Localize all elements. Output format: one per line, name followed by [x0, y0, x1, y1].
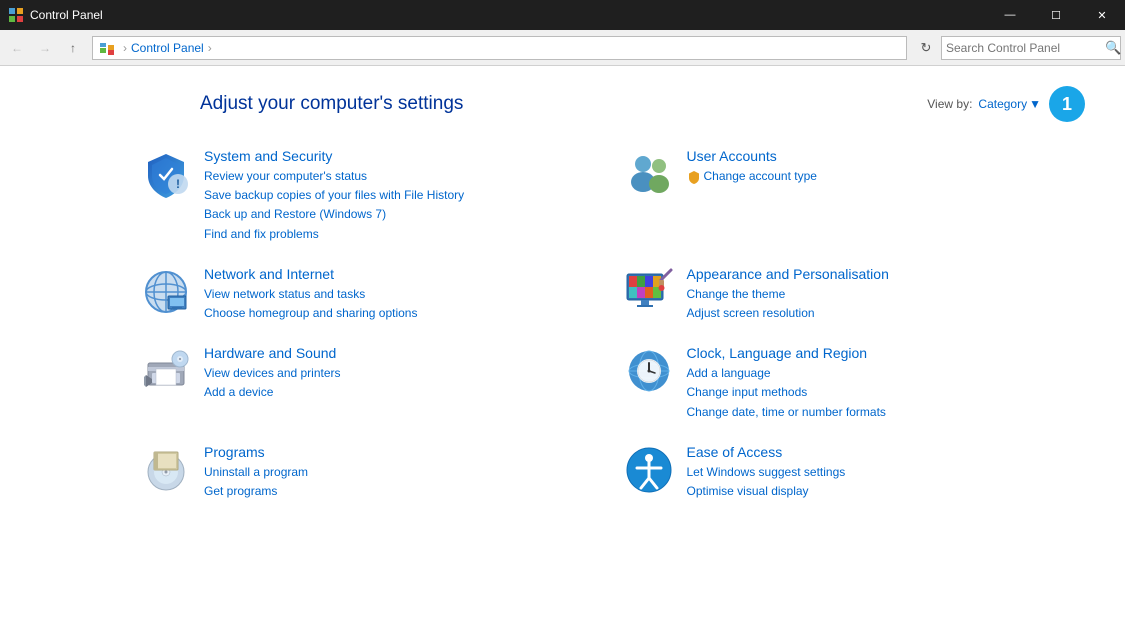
category-network-internet: Network and Internet View network status… [140, 260, 603, 329]
category-hardware-sound: Hardware and Sound View devices and prin… [140, 339, 603, 428]
link-add-device[interactable]: Add a device [204, 383, 603, 402]
link-devices-printers[interactable]: View devices and printers [204, 364, 603, 383]
appearance-icon [623, 266, 675, 318]
category-ease-of-access: Ease of Access Let Windows suggest setti… [623, 438, 1086, 507]
programs-content: Programs Uninstall a program Get program… [204, 444, 603, 501]
shield-small-icon [687, 170, 701, 184]
hardware-sound-title[interactable]: Hardware and Sound [204, 345, 603, 361]
folder-icon [99, 40, 115, 56]
titlebar: Control Panel — ☐ ✕ [0, 0, 1125, 30]
view-by-dropdown[interactable]: Category ▼ [978, 97, 1041, 111]
ease-of-access-content: Ease of Access Let Windows suggest setti… [687, 444, 1086, 501]
view-by-label: View by: [927, 97, 972, 111]
network-internet-icon [140, 266, 192, 318]
category-clock-language: Clock, Language and Region Add a languag… [623, 339, 1086, 428]
link-get-programs[interactable]: Get programs [204, 482, 603, 501]
link-homegroup[interactable]: Choose homegroup and sharing options [204, 304, 603, 323]
close-button[interactable]: ✕ [1079, 0, 1125, 30]
category-badge: 1 [1049, 86, 1085, 122]
appearance-title[interactable]: Appearance and Personalisation [687, 266, 1086, 282]
programs-title[interactable]: Programs [204, 444, 603, 460]
system-security-content: System and Security Review your computer… [204, 148, 603, 244]
maximize-button[interactable]: ☐ [1033, 0, 1079, 30]
link-add-language[interactable]: Add a language [687, 364, 1086, 383]
user-accounts-title[interactable]: User Accounts [687, 148, 1086, 164]
forward-button[interactable]: → [32, 35, 58, 61]
category-user-accounts: User Accounts Change account type [623, 142, 1086, 250]
category-appearance: Appearance and Personalisation Change th… [623, 260, 1086, 329]
page-title: Adjust your computer's settings [200, 93, 463, 115]
navbar: ← → ↑ › Control Panel › ↻ 🔍 [0, 30, 1125, 66]
breadcrumb-control-panel[interactable]: Control Panel [131, 41, 204, 55]
content-header: Adjust your computer's settings View by:… [0, 86, 1125, 142]
view-by-control: View by: Category ▼ [927, 97, 1041, 111]
hardware-sound-content: Hardware and Sound View devices and prin… [204, 345, 603, 402]
user-accounts-icon [623, 148, 675, 200]
search-icon[interactable]: 🔍 [1105, 36, 1121, 60]
categories-grid: ! System and Security Review your comput… [0, 142, 1125, 507]
up-button[interactable]: ↑ [60, 35, 86, 61]
window-title: Control Panel [30, 8, 103, 22]
link-backup-restore[interactable]: Back up and Restore (Windows 7) [204, 205, 603, 224]
category-programs: Programs Uninstall a program Get program… [140, 438, 603, 507]
back-button[interactable]: ← [4, 35, 30, 61]
link-save-backup[interactable]: Save backup copies of your files with Fi… [204, 186, 603, 205]
link-fix-problems[interactable]: Find and fix problems [204, 225, 603, 244]
system-security-icon: ! [140, 148, 192, 200]
refresh-button[interactable]: ↻ [913, 35, 939, 61]
link-screen-resolution[interactable]: Adjust screen resolution [687, 304, 1086, 323]
appearance-content: Appearance and Personalisation Change th… [687, 266, 1086, 323]
category-system-security: ! System and Security Review your comput… [140, 142, 603, 250]
link-change-account-type[interactable]: Change account type [687, 167, 1086, 186]
clock-language-content: Clock, Language and Region Add a languag… [687, 345, 1086, 422]
network-internet-content: Network and Internet View network status… [204, 266, 603, 323]
main-content: Adjust your computer's settings View by:… [0, 66, 1125, 634]
view-by-value: Category [978, 97, 1027, 111]
clock-language-icon [623, 345, 675, 397]
link-suggest-settings[interactable]: Let Windows suggest settings [687, 463, 1086, 482]
hardware-sound-icon [140, 345, 192, 397]
breadcrumb-sep-1: › [123, 41, 127, 55]
link-change-theme[interactable]: Change the theme [687, 285, 1086, 304]
link-change-input[interactable]: Change input methods [687, 383, 1086, 402]
dropdown-chevron-icon: ▼ [1029, 97, 1041, 111]
search-bar[interactable]: 🔍 [941, 36, 1121, 60]
search-input[interactable] [942, 41, 1105, 55]
window-controls: — ☐ ✕ [987, 0, 1125, 30]
link-optimise-display[interactable]: Optimise visual display [687, 482, 1086, 501]
link-date-formats[interactable]: Change date, time or number formats [687, 403, 1086, 422]
ease-of-access-title[interactable]: Ease of Access [687, 444, 1086, 460]
link-network-status[interactable]: View network status and tasks [204, 285, 603, 304]
programs-icon [140, 444, 192, 496]
link-review-status[interactable]: Review your computer's status [204, 167, 603, 186]
network-internet-title[interactable]: Network and Internet [204, 266, 603, 282]
app-icon [8, 7, 24, 23]
svg-text:!: ! [176, 177, 180, 191]
address-bar[interactable]: › Control Panel › [92, 36, 907, 60]
user-accounts-content: User Accounts Change account type [687, 148, 1086, 186]
ease-of-access-icon [623, 444, 675, 496]
breadcrumb-sep-2: › [208, 41, 212, 55]
link-uninstall[interactable]: Uninstall a program [204, 463, 603, 482]
clock-language-title[interactable]: Clock, Language and Region [687, 345, 1086, 361]
minimize-button[interactable]: — [987, 0, 1033, 30]
system-security-title[interactable]: System and Security [204, 148, 603, 164]
